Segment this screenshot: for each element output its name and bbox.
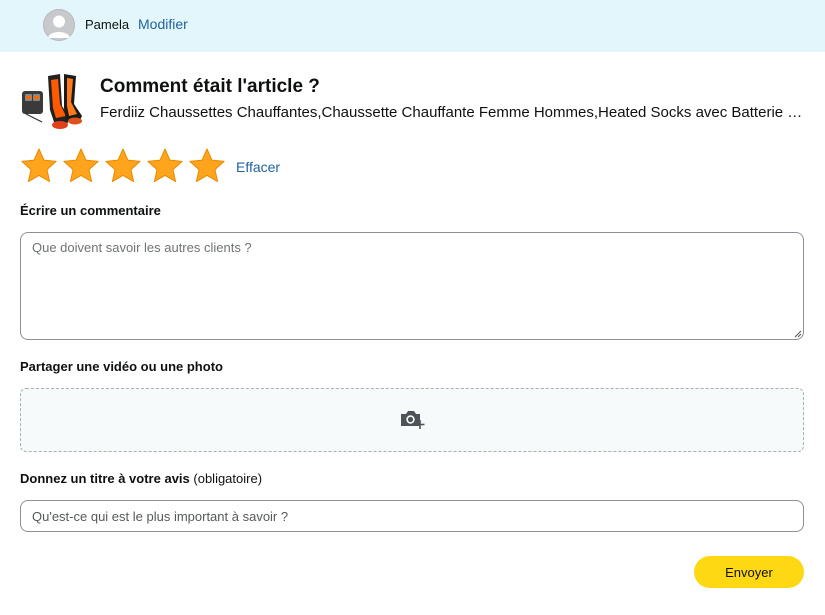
comment-textarea[interactable]: [20, 232, 804, 340]
comment-label: Écrire un commentaire: [20, 203, 161, 218]
review-title-input[interactable]: [20, 500, 804, 532]
review-headline: Comment était l'article ?: [100, 76, 320, 97]
review-title-label: Donnez un titre à votre avis (obligatoir…: [20, 471, 262, 486]
star-icon[interactable]: [104, 147, 142, 185]
user-icon: [48, 15, 70, 38]
star-icon[interactable]: [188, 147, 226, 185]
edit-profile-link[interactable]: Modifier: [138, 16, 188, 32]
media-upload-label: Partager une vidéo ou une photo: [20, 359, 223, 374]
review-title-label-text: Donnez un titre à votre avis: [20, 471, 190, 486]
star-icon[interactable]: [146, 147, 184, 185]
star-icon[interactable]: [20, 147, 58, 185]
user-name: Pamela: [85, 17, 130, 32]
media-upload-dropzone[interactable]: [20, 388, 804, 452]
top-bar: Pamela Modifier: [0, 0, 825, 52]
product-title: Ferdiiz Chaussettes Chauffantes,Chausset…: [100, 104, 805, 121]
clear-rating-link[interactable]: Effacer: [236, 159, 280, 175]
camera-add-icon: [401, 411, 425, 429]
resize-handle-icon[interactable]: [794, 330, 802, 338]
submit-button[interactable]: Envoyer: [694, 556, 804, 588]
avatar: [43, 9, 75, 41]
star-icon[interactable]: [62, 147, 100, 185]
product-image: [20, 70, 86, 132]
required-note: (obligatoire): [193, 471, 263, 486]
